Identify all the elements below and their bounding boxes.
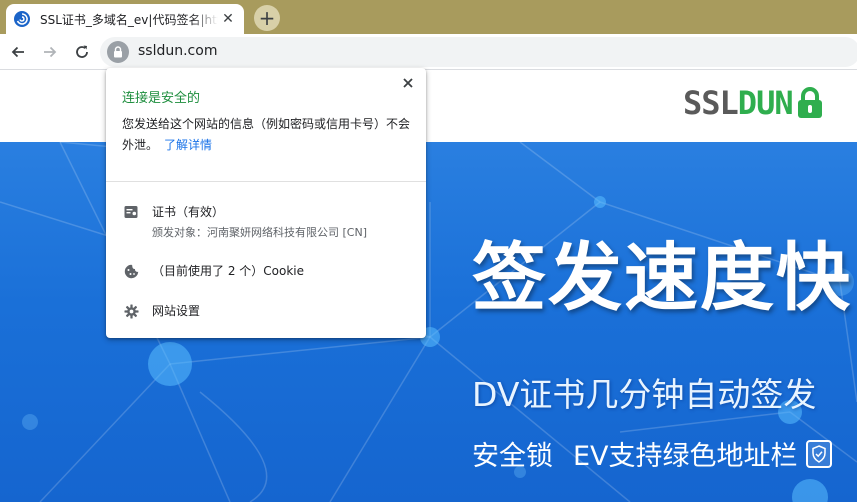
hero-features: 安全锁 EV支持绿色地址栏 (472, 434, 832, 473)
feature-ev-text: EV支持绿色地址栏 (573, 441, 798, 472)
url-text[interactable]: ssldun.com (138, 43, 217, 59)
logo-text-dun: DUN (737, 84, 794, 122)
site-settings-label: 网站设置 (152, 304, 201, 318)
certificate-label: 证书（有效） (152, 205, 225, 219)
cookies-label: （目前使用了 2 个）Cookie (152, 264, 304, 278)
forward-arrow-icon (44, 46, 57, 58)
certificate-icon (122, 203, 140, 221)
browser-titlebar: SSL证书_多域名_ev|代码签名|https ✕ + (0, 0, 857, 34)
certificate-issued-to: 颁发对象：河南聚妍网络科技有限公司 [CN] (152, 226, 367, 239)
hero-title: 签发速度快 (472, 235, 852, 321)
reload-button[interactable] (70, 40, 94, 64)
site-favicon-icon (14, 11, 30, 27)
address-bar[interactable]: ssldun.com (100, 37, 857, 67)
logo-text-ssl: SSL (683, 84, 739, 122)
site-info-button[interactable] (107, 41, 129, 63)
connection-secure-title: 连接是安全的 (122, 91, 201, 106)
shield-icon (805, 439, 832, 468)
tab-close-icon[interactable]: ✕ (220, 11, 236, 27)
cookies-row[interactable]: （目前使用了 2 个）Cookie (122, 262, 304, 280)
reload-icon (76, 45, 88, 58)
site-settings-row[interactable]: 网站设置 (122, 302, 200, 320)
active-tab[interactable]: SSL证书_多域名_ev|代码签名|https ✕ (6, 4, 244, 34)
feature-lock-text: 安全锁 (472, 441, 553, 472)
new-tab-button[interactable]: + (254, 5, 280, 31)
hero-subtitle: DV证书几分钟自动签发 (472, 375, 817, 414)
close-icon (403, 78, 413, 88)
gear-icon (122, 302, 140, 320)
logo-lock-icon (797, 87, 822, 118)
browser-toolbar: ssldun.com (0, 34, 857, 70)
learn-more-link[interactable]: 了解详情 (164, 138, 212, 152)
forward-button[interactable] (38, 40, 62, 64)
popup-close-button[interactable] (398, 73, 418, 93)
popup-divider (106, 181, 426, 182)
connection-description: 您发送给这个网站的信息（例如密码或信用卡号）不会外泄。 了解详情 (122, 114, 414, 156)
tab-title: SSL证书_多域名_ev|代码签名|https (40, 12, 218, 27)
lock-icon (114, 46, 122, 58)
page-info-popup: 连接是安全的 您发送给这个网站的信息（例如密码或信用卡号）不会外泄。 了解详情 证… (106, 68, 426, 338)
back-button[interactable] (6, 40, 30, 64)
back-arrow-icon (11, 46, 24, 58)
ssldun-logo[interactable]: SSL DUN (683, 84, 823, 122)
certificate-row[interactable]: 证书（有效） 颁发对象：河南聚妍网络科技有限公司 [CN] (122, 203, 367, 240)
cookie-icon (122, 262, 140, 280)
